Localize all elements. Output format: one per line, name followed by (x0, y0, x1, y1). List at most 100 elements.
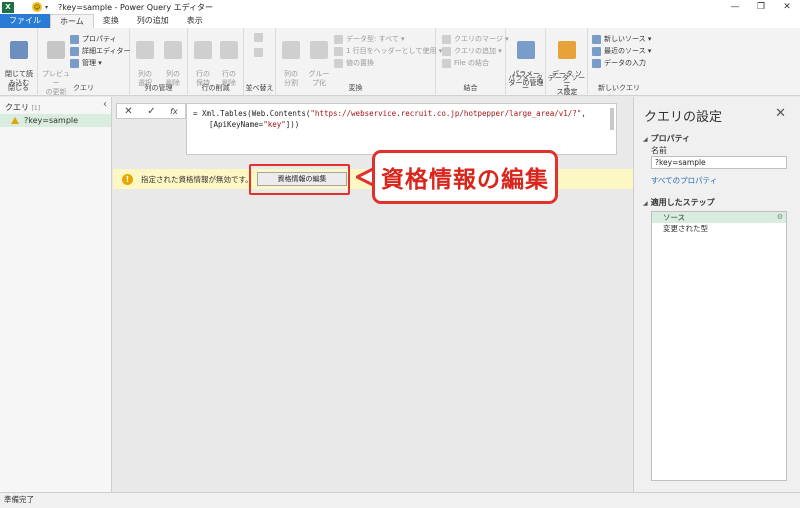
warning-message: 指定された資格情報が無効です。 (141, 174, 253, 184)
replace-values-icon (334, 58, 343, 68)
properties-label: プロパティ (82, 35, 117, 43)
merge-queries-icon (442, 34, 451, 44)
restore-button[interactable]: ❐ (748, 0, 774, 14)
all-properties-link[interactable]: すべてのプロパティ (651, 175, 717, 186)
formula-scrollbar[interactable] (610, 108, 614, 130)
properties-button[interactable]: プロパティ (70, 34, 117, 44)
merge-queries-button[interactable]: クエリのマージ ▾ (442, 34, 509, 44)
remove-columns-button[interactable]: 列の 削除 (160, 32, 186, 88)
combine-files-label: File の結合 (454, 59, 489, 67)
new-source-label: 新しいソース (604, 35, 646, 43)
advanced-editor-icon (70, 46, 79, 56)
replace-values-button[interactable]: 値の置換 (334, 58, 374, 68)
ribbon-tabs: ファイル ホーム 変換 列の追加 表示 (0, 14, 800, 28)
tab-file[interactable]: ファイル (0, 14, 50, 28)
commit-formula-button[interactable]: ✓ (147, 106, 155, 117)
group-close: 閉じて読 み込む 閉じる (0, 28, 38, 96)
recent-sources-button[interactable]: 最近のソース ▾ (592, 46, 651, 56)
name-label: 名前 (651, 146, 667, 155)
group-reduce-rows: 行の 保持 行の 削除 行の削減 (188, 28, 244, 96)
step-label: ソース (663, 213, 686, 222)
combine-files-button[interactable]: File の結合 (442, 58, 489, 68)
callout-annotation: 資格情報の編集 (372, 150, 558, 204)
data-type-label: データ型: すべて (346, 35, 399, 43)
append-queries-button[interactable]: クエリの追加 ▾ (442, 46, 502, 56)
step-item[interactable]: 変更された型 (652, 223, 786, 234)
collapse-pane-button[interactable]: ‹ (103, 99, 107, 110)
keep-rows-button[interactable]: 行の 保持 (190, 32, 216, 88)
group-parameters: パラメー ターの管理 パラメーター (506, 28, 546, 96)
close-and-load-button[interactable]: 閉じて読 み込む (3, 32, 35, 88)
window-title: ?key=sample - Power Query エディター (58, 2, 214, 12)
remove-rows-button[interactable]: 行の 削除 (216, 32, 242, 88)
applied-steps-list: ソース ⚙ 変更された型 (651, 211, 787, 481)
formula-key-string: "key" (263, 120, 286, 129)
group-sort: 並べ替え (244, 28, 276, 96)
status-bar: 準備完了 (0, 492, 800, 508)
choose-columns-icon (136, 41, 154, 59)
use-first-row-headers-button[interactable]: 1 行目をヘッダーとして使用 ▾ (334, 46, 442, 56)
new-source-button[interactable]: 新しいソース ▾ (592, 34, 651, 44)
close-settings-button[interactable]: ✕ (775, 106, 786, 121)
group-reduce-rows-label: 行の削減 (201, 84, 230, 92)
group-data-source-label: データ ソース (547, 74, 586, 92)
properties-icon (70, 34, 79, 44)
group-data-source: データ ソー ス設定 データ ソース (546, 28, 588, 96)
choose-columns-button[interactable]: 列の 選択 (132, 32, 158, 88)
warning-icon (11, 117, 19, 124)
queries-pane-header: クエリ [1] (5, 102, 40, 113)
enter-data-button[interactable]: データの入力 (592, 58, 646, 68)
smiley-feedback-icon[interactable]: ☺ (32, 2, 42, 12)
headers-icon (334, 46, 343, 56)
close-window-button[interactable]: ✕ (774, 0, 800, 14)
query-name-field[interactable]: ?key=sample (651, 156, 787, 169)
minimize-button[interactable]: — (722, 0, 748, 14)
group-by-icon (310, 41, 328, 59)
query-settings-title: クエリの設定 (644, 110, 723, 125)
sort-ascending-icon (254, 33, 263, 42)
group-query: プレビュー の更新 プロパティ 詳細エディター 管理 ▾ クエリ (38, 28, 131, 96)
query-settings-pane: クエリの設定 ✕ プロパティ 名前 ?key=sample すべてのプロパティ … (633, 97, 800, 492)
sort-descending-button[interactable] (254, 48, 266, 57)
query-item-label: ?key=sample (24, 116, 79, 125)
advanced-editor-label: 詳細エディター (82, 47, 131, 55)
new-source-icon (592, 34, 601, 44)
group-combine-label: 結合 (463, 84, 478, 92)
tab-transform[interactable]: 変換 (94, 14, 128, 28)
advanced-editor-button[interactable]: 詳細エディター (70, 46, 131, 56)
tab-view[interactable]: 表示 (178, 14, 212, 28)
group-by-button[interactable]: グルー プ化 (306, 32, 332, 88)
formula-input[interactable]: = Xml.Tables(Web.Contents("https://webse… (186, 103, 617, 155)
split-column-button[interactable]: 列の 分割 (278, 32, 304, 88)
manage-button[interactable]: 管理 ▾ (70, 58, 102, 68)
group-close-label: 閉じる (8, 84, 29, 92)
group-new-query: 新しいソース ▾ 最近のソース ▾ データの入力 新しいクエリ (588, 28, 651, 96)
group-sort-label: 並べ替え (245, 84, 274, 92)
tab-add-column[interactable]: 列の追加 (128, 14, 178, 28)
highlight-box (249, 164, 350, 195)
sort-ascending-button[interactable] (254, 33, 266, 42)
step-item[interactable]: ソース ⚙ (652, 212, 786, 223)
formula-controls: ✕ ✓ fx (116, 103, 186, 119)
query-item[interactable]: ?key=sample (0, 114, 111, 127)
group-new-query-label: 新しいクエリ (598, 84, 640, 92)
data-source-settings-icon (558, 41, 576, 59)
step-settings-gear-icon[interactable]: ⚙ (777, 212, 783, 223)
data-type-dropdown[interactable]: データ型: すべて ▾ (334, 34, 405, 44)
group-parameters-label: パラメーター (508, 74, 543, 92)
data-type-icon (334, 34, 343, 44)
remove-rows-icon (220, 41, 238, 59)
split-column-icon (282, 41, 300, 59)
step-label: 変更された型 (663, 224, 708, 233)
quick-access-dropdown-icon[interactable]: ▾ (45, 4, 48, 11)
tab-home[interactable]: ホーム (50, 14, 94, 28)
keep-rows-icon (194, 41, 212, 59)
group-manage-columns-label: 列の管理 (144, 84, 173, 92)
formula-suffix: , (581, 109, 586, 118)
warning-circle-icon: ! (122, 173, 133, 185)
applied-steps-header[interactable]: 適用したステップ (643, 197, 715, 208)
properties-section-header[interactable]: プロパティ (643, 133, 691, 144)
fx-icon[interactable]: fx (170, 107, 178, 116)
cancel-formula-button[interactable]: ✕ (124, 106, 132, 117)
merge-queries-label: クエリのマージ (454, 35, 503, 43)
